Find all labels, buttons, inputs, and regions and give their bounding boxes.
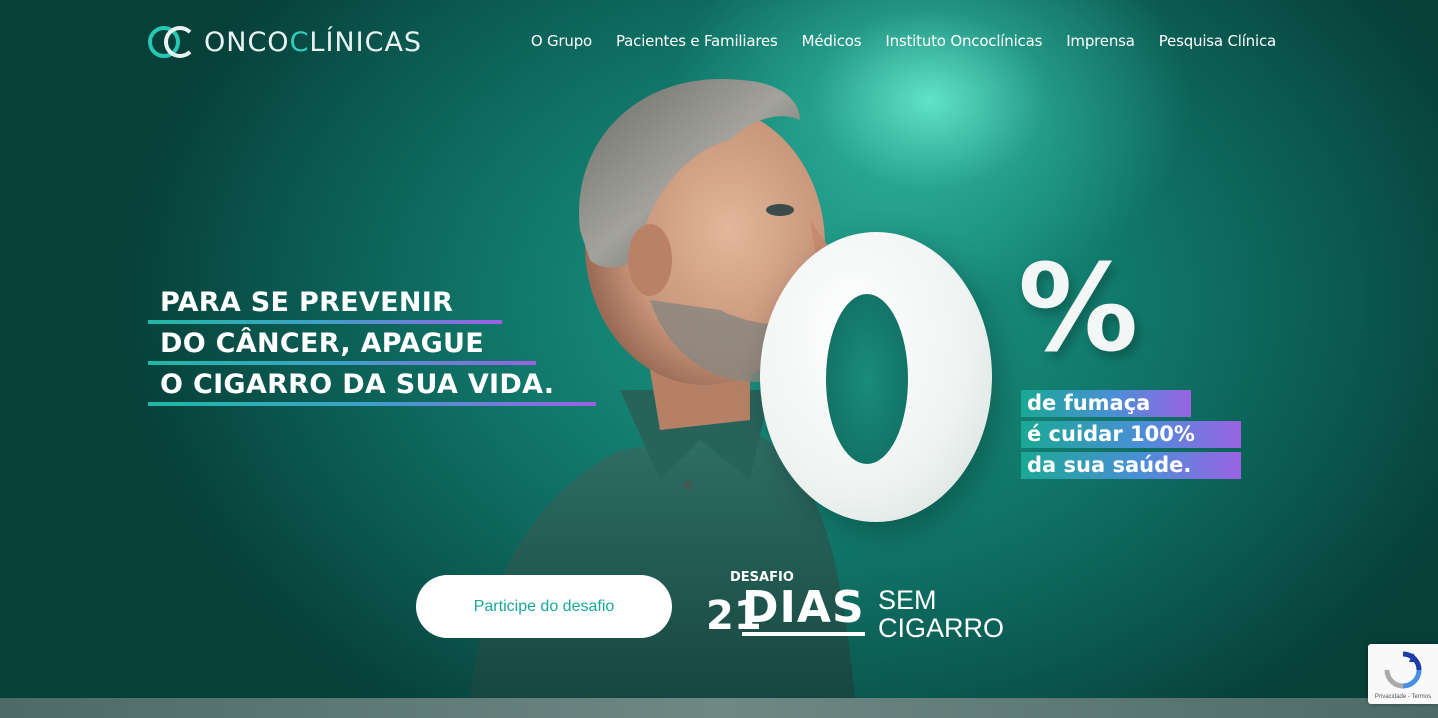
next-section-strip xyxy=(0,698,1438,718)
stat-line-1: de fumaça xyxy=(1021,390,1191,417)
headline-line-2: DO CÂNCER, APAGUE xyxy=(148,327,554,368)
recaptcha-text: Privacidade - Termos xyxy=(1374,694,1432,700)
headline-text-3: O CIGARRO DA SUA VIDA. xyxy=(160,369,555,400)
stat-line-3: da sua saúde. xyxy=(1021,452,1241,479)
headline-text-2: DO CÂNCER, APAGUE xyxy=(160,328,485,359)
headline-underline-2 xyxy=(148,361,536,365)
nav-medicos[interactable]: Médicos xyxy=(802,32,862,50)
headline-underline-3 xyxy=(148,402,596,406)
logo-wordmark: ONCOCLÍNICAS xyxy=(204,26,423,58)
logo-mark-icon xyxy=(148,22,196,62)
main-nav: O Grupo Pacientes e Familiares Médicos I… xyxy=(531,32,1276,50)
challenge-main: DIAS xyxy=(742,584,865,636)
hero-banner: % de fumaça é cuidar 100% da sua saúde. … xyxy=(0,0,1438,698)
nav-o-grupo[interactable]: O Grupo xyxy=(531,32,592,50)
challenge-logo: DESAFIO 21 DIAS SEM CIGARRO xyxy=(706,570,1016,642)
stat-lines: de fumaça é cuidar 100% da sua saúde. xyxy=(1021,390,1241,483)
nav-pesquisa-clinica[interactable]: Pesquisa Clínica xyxy=(1159,32,1276,50)
zero-graphic xyxy=(760,232,992,522)
nav-pacientes-familiares[interactable]: Pacientes e Familiares xyxy=(616,32,778,50)
recaptcha-icon xyxy=(1384,651,1422,689)
challenge-line1: SEM xyxy=(878,585,937,615)
headline-line-1: PARA SE PREVENIR xyxy=(148,286,554,327)
stat-line-2: é cuidar 100% xyxy=(1021,421,1241,448)
nav-instituto[interactable]: Instituto Oncoclínicas xyxy=(885,32,1042,50)
participate-challenge-button[interactable]: Participe do desafio xyxy=(416,575,672,638)
oncoclinicas-logo[interactable]: ONCOCLÍNICAS xyxy=(148,22,422,62)
hero-headline: PARA SE PREVENIR DO CÂNCER, APAGUE O CIG… xyxy=(148,286,596,409)
challenge-line2: CIGARRO xyxy=(878,613,1005,643)
nav-imprensa[interactable]: Imprensa xyxy=(1066,32,1135,50)
headline-underline-1 xyxy=(148,320,502,324)
recaptcha-badge[interactable]: Privacidade - Termos xyxy=(1368,644,1438,704)
percent-sign: % xyxy=(1018,240,1139,379)
headline-line-3: O CIGARRO DA SUA VIDA. xyxy=(148,368,596,409)
headline-text-1: PARA SE PREVENIR xyxy=(160,287,454,318)
